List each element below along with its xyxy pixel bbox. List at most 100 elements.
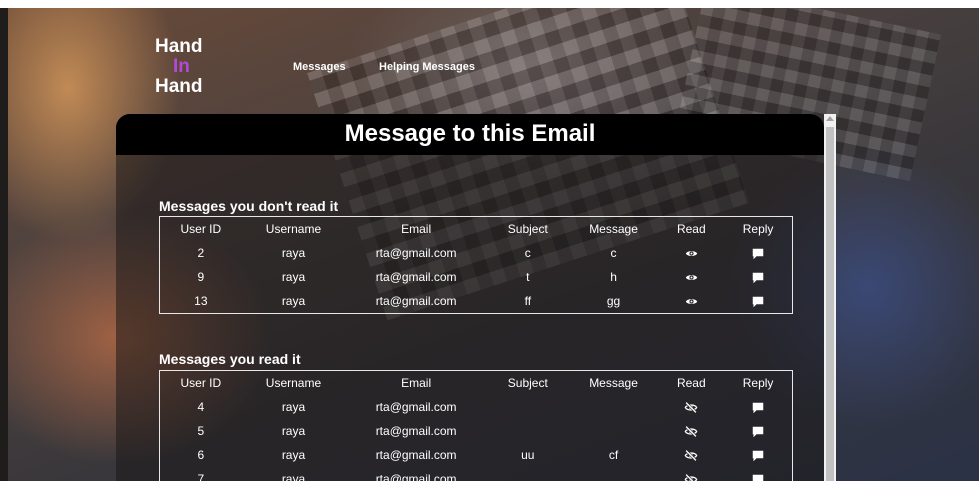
eye-icon[interactable] bbox=[685, 270, 698, 284]
read-section-title: Messages you read it bbox=[159, 351, 301, 367]
cell-reply bbox=[724, 419, 792, 443]
panel-title: Message to this Email bbox=[116, 114, 824, 155]
browser-top-strip bbox=[0, 0, 979, 8]
site-logo[interactable]: Hand In Hand bbox=[155, 37, 203, 97]
cell-reply bbox=[724, 289, 792, 314]
cell-read bbox=[658, 265, 724, 289]
cell-reply bbox=[724, 241, 792, 265]
cell-subject: c bbox=[524, 246, 531, 260]
table-row: 9 raya rta@gmail.com t h bbox=[160, 265, 793, 289]
cell-email: rta@gmail.com bbox=[375, 400, 457, 414]
cell-message: cf bbox=[608, 448, 619, 462]
cell-read bbox=[658, 241, 724, 265]
cell-subject bbox=[487, 467, 569, 481]
col-header-read: Read bbox=[676, 222, 706, 236]
comment-icon[interactable] bbox=[752, 424, 764, 438]
cell-email: rta@gmail.com bbox=[375, 472, 457, 481]
col-header-username: Username bbox=[265, 222, 322, 236]
unread-section-title: Messages you don't read it bbox=[159, 198, 339, 214]
scroll-up-arrow-icon[interactable] bbox=[826, 116, 834, 121]
cell-username: raya bbox=[281, 246, 306, 260]
comment-icon[interactable] bbox=[752, 294, 764, 308]
cell-username: raya bbox=[281, 400, 306, 414]
cell-read bbox=[658, 467, 724, 481]
messages-panel: Message to this Email Messages you don't… bbox=[116, 114, 824, 481]
cell-message: gg bbox=[606, 294, 621, 308]
cell-user-id: 4 bbox=[197, 400, 205, 414]
unread-messages-table: User ID Username Email Subject Message R… bbox=[159, 216, 793, 314]
table-row: 2 raya rta@gmail.com c c bbox=[160, 241, 793, 265]
nav-link-helping-messages[interactable]: Helping Messages bbox=[379, 61, 475, 73]
table-row: 13 raya rta@gmail.com ff gg bbox=[160, 289, 793, 314]
comment-icon[interactable] bbox=[752, 270, 764, 284]
eye-icon[interactable] bbox=[685, 294, 698, 308]
col-header-message: Message bbox=[589, 376, 638, 390]
cell-username: raya bbox=[281, 270, 306, 284]
cell-user-id: 13 bbox=[194, 294, 208, 308]
col-header-reply: Reply bbox=[742, 222, 774, 236]
cell-reply bbox=[724, 467, 792, 481]
cell-user-id: 9 bbox=[197, 270, 205, 284]
logo-word-2: In bbox=[173, 56, 190, 77]
logo-word-3: Hand bbox=[155, 76, 203, 97]
eye-icon[interactable] bbox=[685, 246, 698, 260]
cell-read bbox=[658, 443, 724, 467]
cell-user-id: 5 bbox=[197, 424, 205, 438]
cell-subject: ff bbox=[524, 294, 532, 308]
logo-word-1: Hand bbox=[155, 36, 203, 57]
cell-subject bbox=[487, 395, 569, 419]
table-row: 6 raya rta@gmail.com uu cf bbox=[160, 443, 793, 467]
eye-slash-icon[interactable] bbox=[684, 448, 698, 462]
cell-subject bbox=[487, 419, 569, 443]
comment-icon[interactable] bbox=[752, 246, 764, 260]
col-header-user-id: User ID bbox=[180, 376, 222, 390]
comment-icon[interactable] bbox=[752, 472, 764, 481]
comment-icon[interactable] bbox=[752, 448, 764, 462]
table-row: 5 raya rta@gmail.com bbox=[160, 419, 793, 443]
cell-read bbox=[658, 419, 724, 443]
cell-message bbox=[569, 419, 659, 443]
col-header-email: Email bbox=[401, 222, 432, 236]
cell-email: rta@gmail.com bbox=[375, 270, 457, 284]
cell-read bbox=[658, 289, 724, 314]
cell-reply bbox=[724, 395, 792, 419]
eye-slash-icon[interactable] bbox=[684, 424, 698, 438]
cell-user-id: 7 bbox=[197, 472, 205, 481]
table-row: 7 raya rta@gmail.com bbox=[160, 467, 793, 481]
table-header-row: User ID Username Email Subject Message R… bbox=[160, 371, 793, 396]
nav-link-messages[interactable]: Messages bbox=[293, 61, 346, 73]
cell-reply bbox=[724, 265, 792, 289]
col-header-subject: Subject bbox=[507, 222, 548, 236]
table-header-row: User ID Username Email Subject Message R… bbox=[160, 217, 793, 242]
table-row: 4 raya rta@gmail.com bbox=[160, 395, 793, 419]
col-header-reply: Reply bbox=[742, 376, 774, 390]
cell-reply bbox=[724, 443, 792, 467]
col-header-read: Read bbox=[676, 376, 706, 390]
col-header-user-id: User ID bbox=[180, 222, 222, 236]
cell-email: rta@gmail.com bbox=[375, 246, 457, 260]
cell-username: raya bbox=[281, 294, 306, 308]
cell-message: h bbox=[610, 270, 617, 284]
cell-username: raya bbox=[281, 424, 306, 438]
col-header-subject: Subject bbox=[507, 376, 548, 390]
cell-read bbox=[658, 395, 724, 419]
cell-username: raya bbox=[281, 472, 306, 481]
cell-username: raya bbox=[281, 448, 306, 462]
cell-email: rta@gmail.com bbox=[375, 448, 457, 462]
col-header-username: Username bbox=[265, 376, 322, 390]
cell-subject: uu bbox=[521, 448, 535, 462]
eye-slash-icon[interactable] bbox=[684, 400, 698, 414]
cell-subject: t bbox=[526, 270, 530, 284]
cell-user-id: 6 bbox=[197, 448, 205, 462]
left-edge-bar bbox=[0, 8, 8, 481]
col-header-message: Message bbox=[589, 222, 638, 236]
cell-email: rta@gmail.com bbox=[375, 294, 457, 308]
cell-message bbox=[569, 467, 659, 481]
comment-icon[interactable] bbox=[752, 400, 764, 414]
cell-user-id: 2 bbox=[197, 246, 205, 260]
cell-message bbox=[569, 395, 659, 419]
col-header-email: Email bbox=[401, 376, 432, 390]
eye-slash-icon[interactable] bbox=[684, 472, 698, 481]
scrollbar-thumb[interactable] bbox=[826, 127, 834, 481]
read-messages-table: User ID Username Email Subject Message R… bbox=[159, 370, 793, 481]
